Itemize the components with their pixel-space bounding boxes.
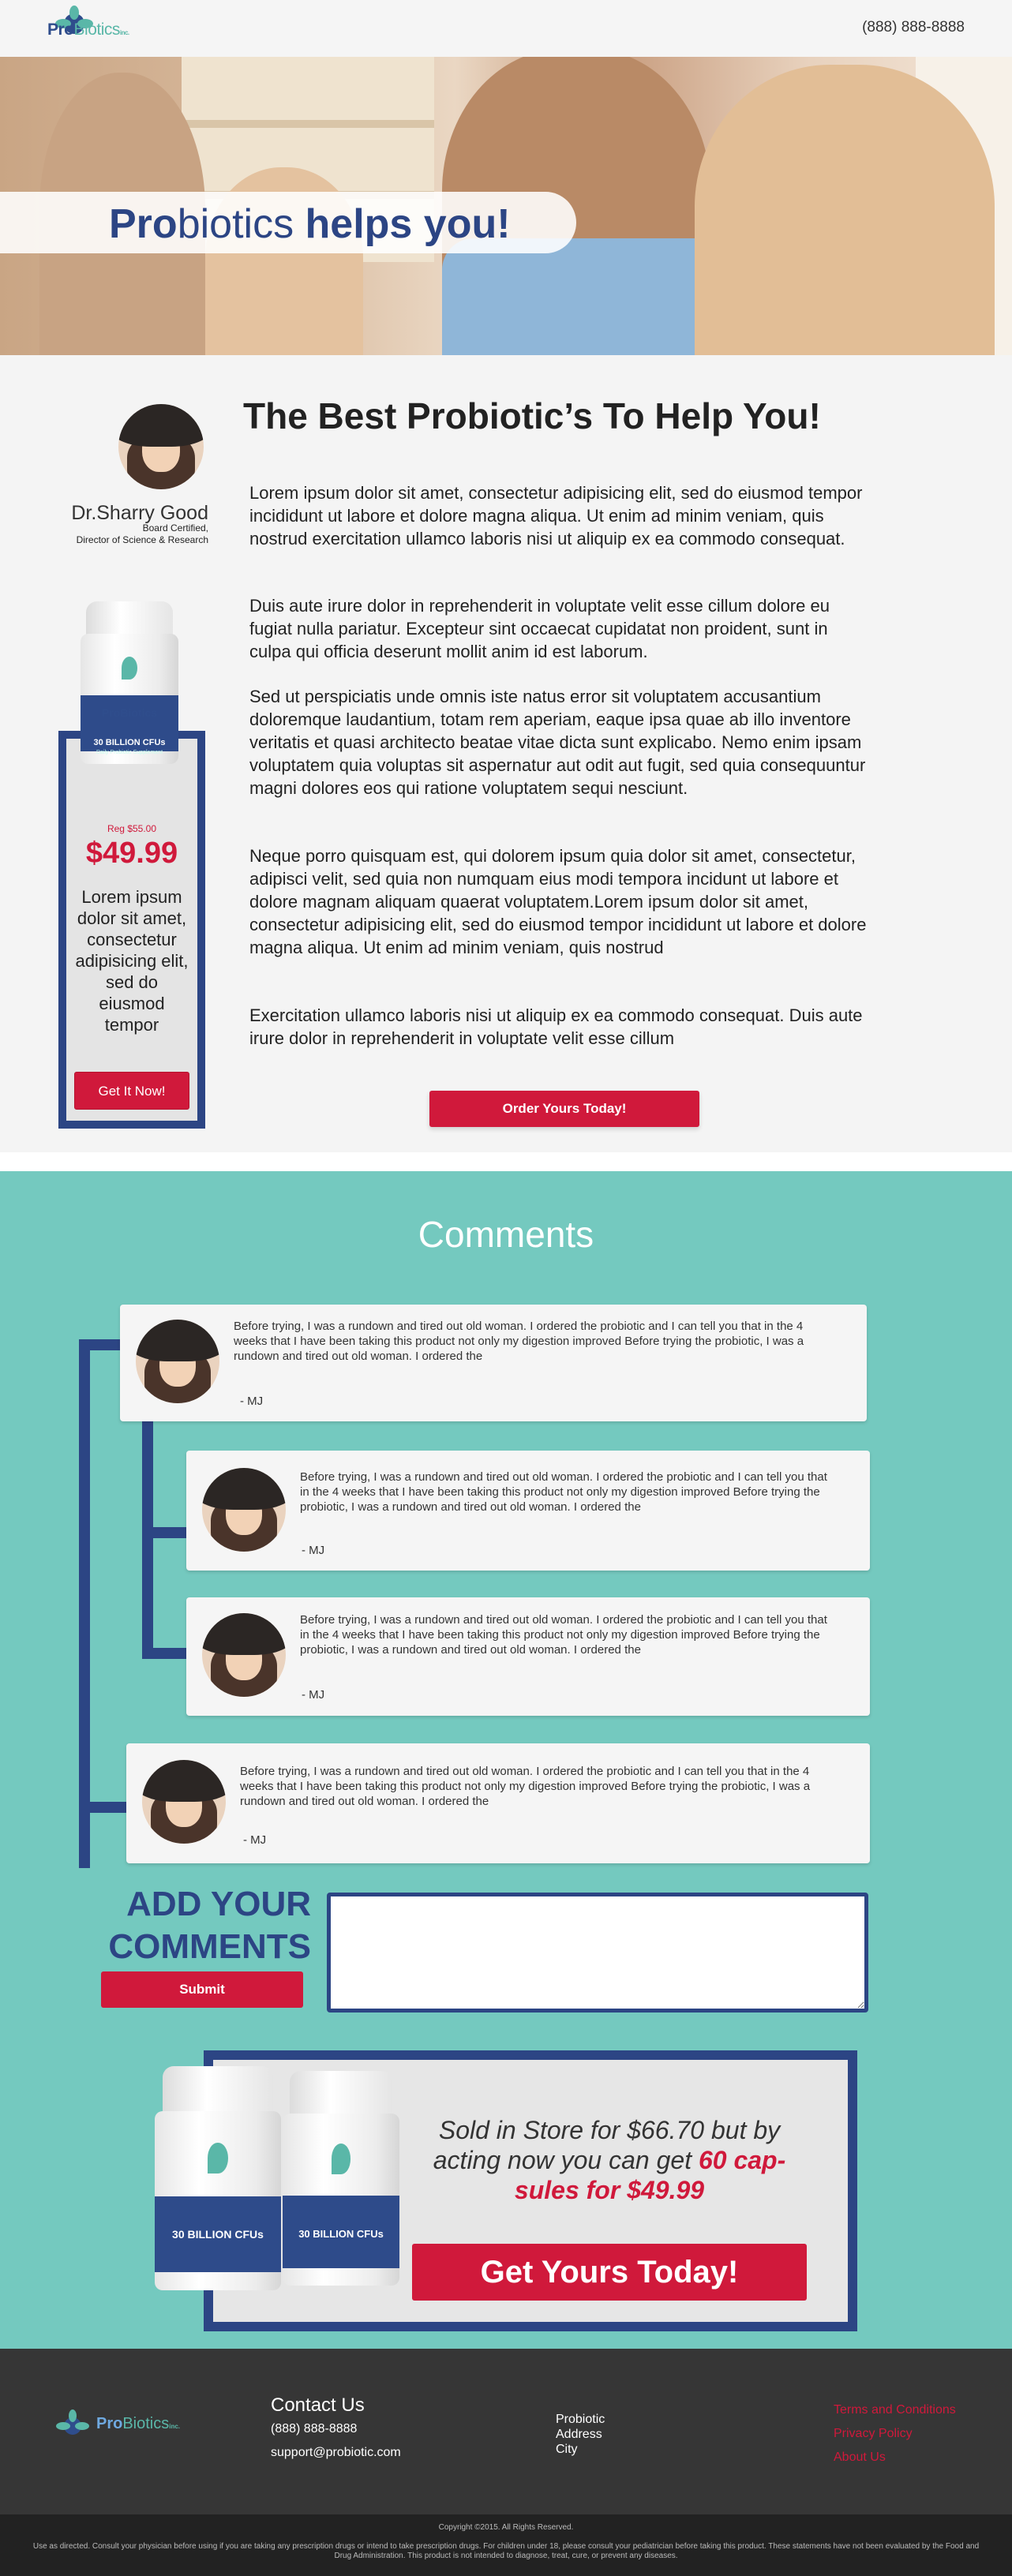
bottle-sub-label: Daily Probiotic Supplement xyxy=(96,750,163,755)
thread-line-main xyxy=(79,1339,90,1868)
footer-logo-icon[interactable] xyxy=(49,2399,96,2447)
comment-input[interactable] xyxy=(327,1893,868,2012)
commenter-avatar xyxy=(142,1760,226,1844)
comment-text: Before trying, I was a rundown and tired… xyxy=(234,1320,804,1363)
sale-price: $49.99 xyxy=(85,837,178,870)
get-it-now-button[interactable]: Get It Now! xyxy=(74,1072,189,1110)
commenter-avatar xyxy=(202,1613,286,1697)
about-link[interactable]: About Us xyxy=(834,2451,886,2465)
contact-title: Contact Us xyxy=(271,2394,365,2416)
thread-connector xyxy=(79,1339,123,1350)
site-header: ProBioticsinc. (888) 888-8888 xyxy=(0,0,1012,57)
footer-address-line: Probiotic xyxy=(556,2413,605,2426)
footer-logo-text[interactable]: ProBioticsinc. xyxy=(96,2415,180,2433)
bottle-cfu-label: 30 BILLION CFUs xyxy=(172,2228,264,2241)
comment-text: Before trying, I was a rundown and tired… xyxy=(240,1765,811,1808)
thread-connector xyxy=(142,1648,188,1659)
privacy-link[interactable]: Privacy Policy xyxy=(834,2427,913,2441)
comment-author: - MJ xyxy=(240,1395,264,1408)
order-yours-today-button[interactable]: Order Yours Today! xyxy=(429,1091,699,1127)
logo-text[interactable]: ProBioticsinc. xyxy=(47,21,129,39)
comments-title: Comments xyxy=(418,1214,594,1255)
product-box-text: Lorem ipsum dolor sit amet, consectetur … xyxy=(75,887,189,1035)
thread-connector xyxy=(79,1802,128,1813)
copyright-text: Copyright ©2015. All Rights Reserved. xyxy=(438,2523,574,2532)
product-bottle-image xyxy=(283,2071,399,2286)
bottle-cfu-label: 30 BILLION CFUs xyxy=(93,738,166,747)
content-title: The Best Probiotic’s To Help You! xyxy=(243,395,821,436)
paragraph-1: Lorem ipsum dolor sit amet, consectetur … xyxy=(249,483,863,549)
paragraph-3: Sed ut perspiciatis unde omnis iste natu… xyxy=(249,687,866,798)
add-comments-title: ADD YOUR COMMENTS xyxy=(108,1885,311,1966)
get-yours-today-button[interactable]: Get Yours Today! xyxy=(412,2244,807,2301)
bottle-brand-label: ProBiotics xyxy=(101,706,157,719)
product-bottle-image xyxy=(155,2066,281,2290)
comment-text: Before trying, I was a rundown and tired… xyxy=(300,1470,827,1514)
disclaimer-text: Use as directed. Consult your physician … xyxy=(32,2542,980,2560)
promo-text: Sold in Store for $66.70 but by acting n… xyxy=(433,2116,786,2204)
commenter-avatar xyxy=(136,1320,219,1403)
paragraph-5: Exercitation ullamco laboris nisi ut ali… xyxy=(249,1005,863,1048)
paragraph-2: Duis aute irure dolor in reprehenderit i… xyxy=(249,596,830,661)
footer-address-line: City xyxy=(556,2443,578,2456)
doctor-credentials: Board Certified, Director of Science & Re… xyxy=(76,522,208,545)
commenter-avatar xyxy=(202,1468,286,1552)
footer-phone[interactable]: (888) 888-8888 xyxy=(271,2422,357,2436)
comment-text: Before trying, I was a rundown and tired… xyxy=(300,1613,827,1657)
footer-address-line: Address xyxy=(556,2428,602,2441)
hero-title: Probiotics helps you! xyxy=(109,201,511,247)
thread-connector xyxy=(142,1527,188,1538)
paragraph-4: Neque porro quisquam est, qui dolorem ip… xyxy=(249,846,867,957)
comment-author: - MJ xyxy=(243,1833,267,1847)
comment-author: - MJ xyxy=(302,1544,325,1557)
footer-email[interactable]: support@probiotic.com xyxy=(271,2446,401,2460)
doctor-name: Dr.Sharry Good xyxy=(71,502,208,524)
bottle-cfu-label: 30 BILLION CFUs xyxy=(298,2228,384,2240)
comment-author: - MJ xyxy=(302,1688,325,1702)
submit-comment-button[interactable]: Submit xyxy=(101,1971,303,2008)
header-phone[interactable]: (888) 888-8888 xyxy=(862,19,965,36)
terms-link[interactable]: Terms and Conditions xyxy=(834,2403,956,2417)
doctor-avatar xyxy=(118,404,204,489)
regular-price: Reg $55.00 xyxy=(107,823,157,834)
